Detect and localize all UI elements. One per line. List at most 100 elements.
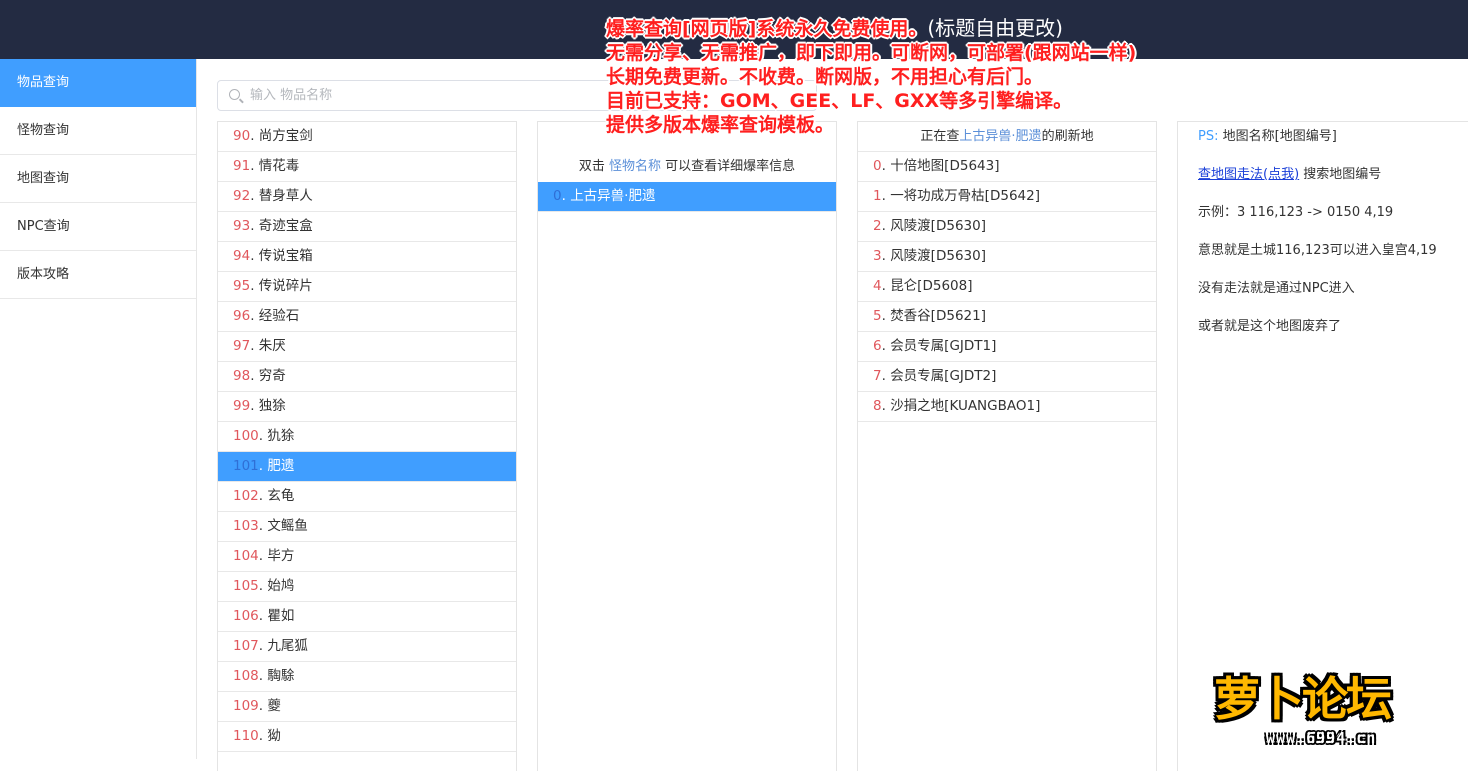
list-item[interactable]: 97. 朱厌 xyxy=(218,332,516,362)
row-number: 1 xyxy=(873,188,882,204)
row-number: 4 xyxy=(873,278,882,294)
row-name: 沙捐之地[KUANGBAO1] xyxy=(890,398,1041,414)
list-item[interactable]: 92. 替身草人 xyxy=(218,182,516,212)
watermark-url: www.6994.cn xyxy=(1266,729,1377,747)
sidebar: 物品查询 怪物查询 地图查询 NPC查询 版本攻略 xyxy=(0,59,197,759)
row-name: 犰狳 xyxy=(267,428,295,444)
row-name: 九尾狐 xyxy=(267,638,308,654)
list-item[interactable]: 109. 夔 xyxy=(218,692,516,722)
row-name: 会员专属[GJDT2] xyxy=(890,368,997,384)
list-item[interactable]: 101. 肥遗 xyxy=(218,452,516,482)
row-name: 十倍地图[D5643] xyxy=(890,158,1000,174)
watermark-logo: 萝卜论坛 www.6994.cn xyxy=(1214,655,1454,755)
sidebar-item-monster-query[interactable]: 怪物查询 xyxy=(0,107,196,155)
row-name: 文鳐鱼 xyxy=(267,518,308,534)
list-item[interactable]: 93. 奇迹宝盒 xyxy=(218,212,516,242)
row-number: 0 xyxy=(873,158,882,174)
list-item[interactable]: 91. 情花毒 xyxy=(218,152,516,182)
list-item[interactable]: 105. 始鸠 xyxy=(218,572,516,602)
row-number: 103 xyxy=(233,518,259,534)
abandoned-line: 或者就是这个地图废弃了 xyxy=(1198,319,1342,334)
list-item[interactable]: 103. 文鳐鱼 xyxy=(218,512,516,542)
row-name: 传说宝箱 xyxy=(258,248,313,264)
item-list-panel: 90. 尚方宝剑 91. 情花毒 92. 替身草人 93. 奇迹宝盒 94. 传说宝箱 9… xyxy=(217,121,517,771)
list-item[interactable]: 107. 九尾狐 xyxy=(218,632,516,662)
list-item[interactable]: 99. 独狳 xyxy=(218,392,516,422)
row-number: 3 xyxy=(873,248,882,264)
list-item[interactable]: 8. 沙捐之地[KUANGBAO1] xyxy=(858,392,1156,422)
row-name: 肥遗 xyxy=(267,458,295,474)
row-name: 替身草人 xyxy=(258,188,313,204)
row-number: 95 xyxy=(233,278,251,294)
list-item[interactable]: 95. 传说碎片 xyxy=(218,272,516,302)
list-item[interactable]: 94. 传说宝箱 xyxy=(218,242,516,272)
row-name: 始鸠 xyxy=(267,578,295,594)
row-name: 毕方 xyxy=(267,548,295,564)
list-item[interactable]: 106. 瞿如 xyxy=(218,602,516,632)
map-route-link[interactable]: 查地图走法(点我) xyxy=(1198,167,1299,182)
row-number: 8 xyxy=(873,398,882,414)
banner-line-1-note: (标题自由更改) xyxy=(927,16,1063,40)
row-name: 瞿如 xyxy=(267,608,295,624)
row-name: 传说碎片 xyxy=(258,278,313,294)
row-number: 7 xyxy=(873,368,882,384)
list-item[interactable]: 104. 毕方 xyxy=(218,542,516,572)
banner-line-2: 无需分享、无需推广，即下即用。可断网，可部署(跟网站一样) xyxy=(606,42,1137,64)
row-name: 风陵渡[D5630] xyxy=(890,248,986,264)
search-icon xyxy=(229,89,240,100)
row-number: 102 xyxy=(233,488,259,504)
map-list-panel: 正在查上古异兽·肥遗的刷新地 0. 十倍地图[D5643] 1. 一将功成万骨枯[… xyxy=(857,121,1157,771)
list-item[interactable]: 100. 犰狳 xyxy=(218,422,516,452)
row-name: 经验石 xyxy=(258,308,300,324)
row-number: 6 xyxy=(873,338,882,354)
row-number: 93 xyxy=(233,218,251,234)
list-item[interactable]: 102. 玄龟 xyxy=(218,482,516,512)
list-item[interactable]: 1. 一将功成万骨枯[D5642] xyxy=(858,182,1156,212)
row-number: 108 xyxy=(233,668,259,684)
row-number: 92 xyxy=(233,188,251,204)
list-item[interactable]: 96. 经验石 xyxy=(218,302,516,332)
list-item[interactable]: 5. 焚香谷[D5621] xyxy=(858,302,1156,332)
list-item[interactable]: 98. 穷奇 xyxy=(218,362,516,392)
list-item[interactable]: 3. 风陵渡[D5630] xyxy=(858,242,1156,272)
sidebar-item-item-query[interactable]: 物品查询 xyxy=(0,59,196,107)
row-number: 106 xyxy=(233,608,259,624)
sidebar-item-map-query[interactable]: 地图查询 xyxy=(0,155,196,203)
banner-line-3: 长期免费更新。不收费。断网版，不用担心有后门。 xyxy=(606,66,1044,88)
monster-list-panel: 双击 怪物名称 可以查看详细爆率信息 0. 上古异兽·肥遗 xyxy=(537,121,837,771)
row-name: 上古异兽·肥遗 xyxy=(570,188,656,204)
row-number: 101 xyxy=(233,458,259,474)
list-item[interactable]: 6. 会员专属[GJDT1] xyxy=(858,332,1156,362)
list-item[interactable]: 4. 昆仑[D5608] xyxy=(858,272,1156,302)
row-name: 风陵渡[D5630] xyxy=(890,218,986,234)
meaning-line: 意思就是土城116,123可以进入皇宫4,19 xyxy=(1198,243,1437,258)
row-number: 105 xyxy=(233,578,259,594)
row-number: 5 xyxy=(873,308,882,324)
monster-row[interactable]: 0. 上古异兽·肥遗 xyxy=(538,182,836,212)
row-name: 狕 xyxy=(267,728,281,744)
sidebar-item-version-guide[interactable]: 版本攻略 xyxy=(0,251,196,299)
row-number: 0 xyxy=(553,188,562,204)
list-item[interactable]: 2. 风陵渡[D5630] xyxy=(858,212,1156,242)
list-item[interactable]: 90. 尚方宝剑 xyxy=(218,122,516,152)
list-item[interactable]: 7. 会员专属[GJDT2] xyxy=(858,362,1156,392)
promo-banner: 爆率查询[网页版]系统永久免费使用。(标题自由更改) 无需分享、无需推广，即下即… xyxy=(606,16,1246,137)
list-item[interactable]: 110. 狕 xyxy=(218,722,516,752)
list-item[interactable]: 108. 騊駼 xyxy=(218,662,516,692)
row-name: 一将功成万骨枯[D5642] xyxy=(890,188,1040,204)
route-link-suffix: 搜索地图编号 xyxy=(1303,167,1382,182)
sidebar-item-npc-query[interactable]: NPC查询 xyxy=(0,203,196,251)
row-name: 奇迹宝盒 xyxy=(258,218,313,234)
list-item[interactable]: 0. 十倍地图[D5643] xyxy=(858,152,1156,182)
row-number: 97 xyxy=(233,338,251,354)
row-number: 91 xyxy=(233,158,251,174)
monster-hint: 双击 怪物名称 可以查看详细爆率信息 xyxy=(538,152,836,182)
row-name: 情花毒 xyxy=(258,158,300,174)
row-number: 107 xyxy=(233,638,259,654)
hint-suffix: 可以查看详细爆率信息 xyxy=(665,159,796,174)
row-name: 夔 xyxy=(267,698,281,714)
row-number: 98 xyxy=(233,368,251,384)
row-number: 109 xyxy=(233,698,259,714)
example-line: 示例：3 116,123 -> 0150 4,19 xyxy=(1198,205,1394,220)
row-number: 110 xyxy=(233,728,259,744)
